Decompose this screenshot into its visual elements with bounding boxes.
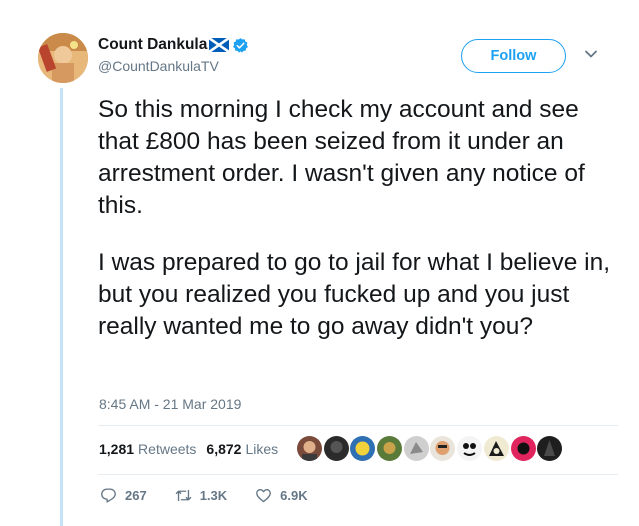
- thread-line: [60, 88, 63, 526]
- tweet-actions: 267 1.3K 6.9K: [100, 487, 336, 504]
- tweet-paragraph: I was prepared to go to jail for what I …: [98, 249, 611, 340]
- author-block: Count Dankula @CountDankulaTV: [98, 35, 249, 74]
- handle[interactable]: @CountDankulaTV: [98, 58, 249, 74]
- avatar-image: [38, 33, 88, 83]
- liker-avatar[interactable]: [510, 436, 536, 461]
- liker-avatar[interactable]: [537, 436, 563, 461]
- reply-button[interactable]: 267: [100, 487, 147, 504]
- verified-badge-icon: [232, 37, 249, 54]
- tweet-stats: 1,281 Retweets 6,872 Likes: [99, 441, 288, 457]
- liker-avatar[interactable]: [297, 436, 322, 461]
- liker-avatar[interactable]: [483, 436, 509, 461]
- likes-count[interactable]: 6,872: [206, 441, 241, 457]
- liker-avatar[interactable]: [430, 436, 456, 461]
- tweet-text: So this morning I check my account and s…: [98, 94, 618, 343]
- liker-avatars: [297, 436, 564, 461]
- liker-avatar[interactable]: [457, 436, 483, 461]
- like-button[interactable]: 6.9K: [255, 487, 308, 504]
- liker-avatar[interactable]: [350, 436, 376, 461]
- liker-avatar[interactable]: [403, 436, 429, 461]
- divider: [98, 474, 618, 475]
- divider: [98, 425, 618, 426]
- scotland-flag-icon: [208, 36, 231, 54]
- reply-count: 267: [125, 488, 147, 503]
- reply-icon: [101, 488, 116, 503]
- liker-avatar[interactable]: [323, 436, 349, 461]
- display-name[interactable]: Count Dankula: [98, 36, 207, 54]
- follow-button[interactable]: Follow: [461, 39, 566, 73]
- retweet-count: 1.3K: [199, 488, 228, 503]
- tweet-paragraph: So this morning I check my account and s…: [98, 96, 585, 219]
- tweet-timestamp[interactable]: 8:45 AM - 21 Mar 2019: [99, 396, 241, 412]
- like-count: 6.9K: [280, 488, 308, 503]
- chevron-down-icon[interactable]: [584, 47, 598, 61]
- like-icon: [256, 489, 272, 503]
- retweets-count[interactable]: 1,281: [99, 441, 134, 457]
- likes-label[interactable]: Likes: [245, 441, 278, 457]
- retweet-button[interactable]: 1.3K: [175, 487, 227, 504]
- retweet-icon: [175, 489, 191, 502]
- liker-avatar[interactable]: [377, 436, 403, 461]
- avatar[interactable]: [38, 33, 88, 83]
- retweets-label[interactable]: Retweets: [138, 441, 196, 457]
